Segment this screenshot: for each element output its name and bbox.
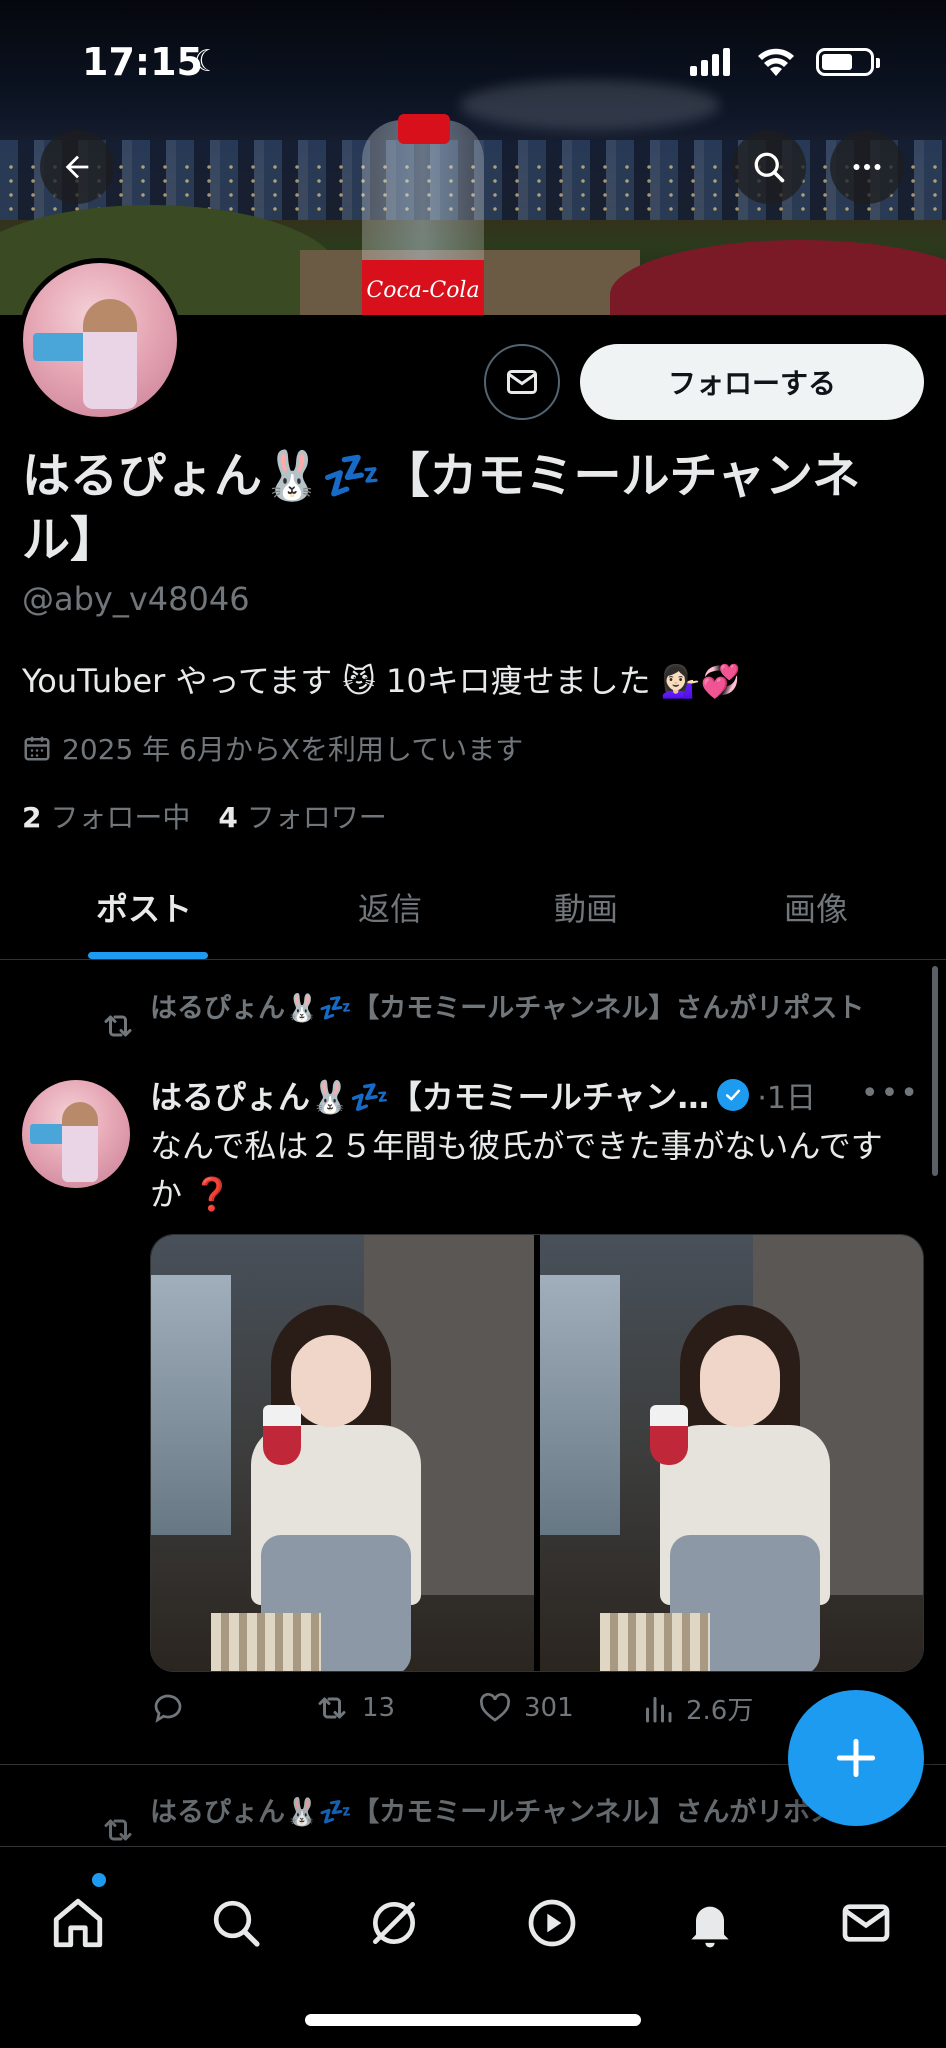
avatar-figure [83,299,137,409]
repost-text-2: はるぴょん🐰💤【カモミールチャンネル】さんがリポスト [150,1797,865,1828]
following-count: 2 [22,801,42,834]
post-header: はるぴょん🐰💤【カモミールチャン… ·1日 ••• [150,1072,920,1118]
nav-grok[interactable] [354,1883,434,1963]
profile-handle: @aby_v48046 [22,580,250,618]
compose-post-button[interactable] [788,1690,924,1826]
verified-badge-icon [717,1079,750,1111]
cellular-signal-icon [690,48,730,76]
retweet-icon [318,1697,346,1719]
joined-text: 2025 年 6月からXを利用しています [62,733,524,766]
home-icon [53,1898,103,1948]
tab-posts[interactable]: ポスト [96,884,192,930]
nav-home[interactable] [38,1883,118,1963]
more-button[interactable] [830,130,904,204]
grok-icon [373,1902,415,1944]
post-avatar-shelf [30,1124,66,1144]
nav-video[interactable] [512,1883,592,1963]
banner-bottle: Coca-Cola [362,114,484,315]
wifi-icon [758,48,794,76]
focus-moon-icon: ☾ [194,44,221,79]
view-count: 2.6万 [686,1696,754,1726]
banner-bush-right [610,240,946,315]
post-photo-1[interactable] [151,1235,534,1671]
post-media [150,1234,924,1672]
profile-bio: YouTuber やってます 😼 10キロ痩せました 💁🏻‍♀️💞 [22,662,741,700]
repost-text: はるぴょん🐰💤【カモミールチャンネル】さんがリポスト [150,993,865,1024]
repost-icon [104,1819,132,1841]
like-button[interactable]: 301 [476,1690,574,1726]
tab-videos[interactable]: 動画 [554,884,618,930]
nav-messages[interactable] [826,1883,906,1963]
nav-notifications[interactable] [670,1883,750,1963]
search-button[interactable] [732,130,806,204]
bell-icon [691,1906,729,1948]
search-icon [213,1900,260,1947]
post-author-avatar[interactable] [22,1080,130,1188]
status-bar: 17:15 ☾ [0,0,946,120]
reply-button[interactable] [150,1690,186,1726]
mail-icon [507,370,537,394]
profile-avatar[interactable] [18,258,182,422]
plus-icon [836,1738,876,1778]
following-label: フォロー中 [50,801,191,834]
back-button[interactable] [40,130,114,204]
battery-icon [816,48,880,76]
reply-icon [154,1694,182,1723]
joined-date: 2025 年 6月からXを利用しています [22,728,523,768]
search-icon [754,152,785,183]
repost-indicator: はるぴょん🐰💤【カモミールチャンネル】さんがリポスト [100,990,880,1044]
post-avatar-figure [62,1102,98,1182]
arrow-left-icon [65,155,89,179]
home-indicator[interactable] [305,2014,641,2026]
home-notification-dot [92,1873,106,1887]
retweet-count: 13 [362,1693,396,1723]
mail-icon [842,1904,890,1942]
scrollbar[interactable] [932,966,938,1176]
follow-button[interactable]: フォローする [580,344,924,420]
repost-icon [104,1015,132,1037]
post-author-name[interactable]: はるぴょん🐰💤【カモミールチャン… [150,1072,709,1118]
follow-counts: 2 フォロー中 4 フォロワー [22,796,387,836]
status-time: 17:15 [82,40,203,84]
profile-tabs: ポスト 返信 動画 画像 [0,864,946,960]
post-time[interactable]: ·1日 [757,1073,816,1117]
tab-replies[interactable]: 返信 [358,884,422,930]
avatar-bg-shelf [33,333,87,361]
post-photo-2[interactable] [540,1235,923,1671]
bottle-label: Coca-Cola [362,260,484,315]
message-button[interactable] [484,344,560,420]
repost-indicator-2: はるぴょん🐰💤【カモミールチャンネル】さんがリポスト [100,1794,880,1848]
followers-label: フォロワー [246,801,387,834]
heart-icon [480,1693,510,1722]
play-icon [528,1899,576,1947]
active-tab-indicator [88,952,208,959]
views-button[interactable]: 2.6万 [640,1690,753,1727]
views-chart-icon [646,1696,672,1722]
retweet-button[interactable]: 13 [312,1690,395,1726]
like-count: 301 [524,1693,574,1723]
profile-name: はるぴょん🐰💤【カモミールチャンネル】 [22,448,861,568]
followers-link[interactable]: 4 フォロワー [218,796,386,836]
post-more-icon[interactable]: ••• [861,1076,920,1111]
following-link[interactable]: 2 フォロー中 [22,796,190,836]
post-text: なんで私は２５年間も彼氏ができた事がないんですか ❓ [150,1127,883,1213]
followers-count: 4 [218,801,238,834]
more-horizontal-icon [853,164,881,170]
tab-images[interactable]: 画像 [784,884,848,930]
calendar-icon [24,736,50,761]
nav-search[interactable] [196,1883,276,1963]
